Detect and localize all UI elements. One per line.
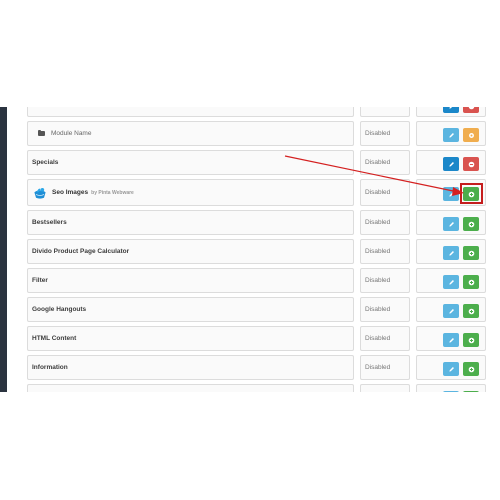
table-row — [22, 384, 500, 392]
module-status — [360, 384, 410, 392]
minus-circle-icon — [468, 107, 474, 109]
table-row: Bestsellers Disabled — [22, 210, 500, 235]
minus-circle-icon — [468, 161, 474, 167]
admin-screenshot: Slideshow Disabled Module Name Disa — [0, 107, 500, 392]
pencil-icon — [448, 161, 454, 167]
module-status: Disabled — [360, 179, 410, 206]
module-name: Divido Product Page Calculator — [27, 239, 354, 264]
settings-button[interactable] — [463, 128, 479, 142]
module-status: Disabled — [360, 107, 410, 117]
table-row: Information Disabled — [22, 355, 500, 380]
edit-button[interactable] — [443, 187, 459, 201]
table-row: Google Hangouts Disabled — [22, 297, 500, 322]
module-actions — [416, 297, 486, 322]
module-status: Disabled — [360, 121, 410, 146]
uninstall-button[interactable] — [463, 157, 479, 171]
module-actions — [416, 107, 486, 117]
module-actions — [416, 210, 486, 235]
plus-circle-icon — [468, 221, 474, 227]
pencil-icon — [448, 221, 454, 227]
edit-button[interactable] — [443, 333, 459, 347]
module-name-cell: Seo Images by Pinta Webware — [27, 179, 354, 206]
module-status: Disabled — [360, 326, 410, 351]
seo-images-logo-icon — [34, 187, 46, 199]
plus-circle-icon — [468, 250, 474, 256]
table-row: HTML Content Disabled — [22, 326, 500, 351]
install-button[interactable] — [463, 391, 479, 392]
module-name: HTML Content — [27, 326, 354, 351]
edit-button[interactable] — [443, 391, 459, 392]
module-actions — [416, 355, 486, 380]
admin-sidebar-edge — [0, 107, 7, 392]
table-row: Seo Images by Pinta Webware Disabled — [22, 179, 500, 206]
module-name: Filter — [27, 268, 354, 293]
module-name: Information — [27, 355, 354, 380]
pencil-icon — [448, 107, 452, 109]
module-actions — [416, 121, 486, 146]
plus-circle-icon — [468, 308, 474, 314]
module-status: Disabled — [360, 268, 410, 293]
install-button[interactable] — [463, 362, 479, 376]
module-actions — [416, 239, 486, 264]
install-button[interactable] — [463, 275, 479, 289]
module-actions — [416, 384, 486, 392]
plus-circle-icon — [468, 366, 474, 372]
page: Slideshow Disabled Module Name Disa — [0, 0, 500, 500]
pencil-icon — [448, 279, 454, 285]
pencil-icon — [448, 337, 454, 343]
install-button[interactable] — [463, 217, 479, 231]
pencil-icon — [448, 191, 454, 197]
module-actions — [416, 326, 486, 351]
table-row: Filter Disabled — [22, 268, 500, 293]
gear-icon — [468, 132, 474, 138]
module-name-cell: Module Name — [27, 121, 354, 146]
module-actions — [416, 150, 486, 175]
module-name: Seo Images — [52, 189, 89, 196]
pencil-icon — [448, 250, 454, 256]
edit-button[interactable] — [443, 128, 459, 142]
install-button[interactable] — [463, 246, 479, 260]
module-actions — [416, 268, 486, 293]
edit-button[interactable] — [443, 275, 459, 289]
module-name: Bestsellers — [27, 210, 354, 235]
edit-button[interactable] — [443, 362, 459, 376]
module-status: Disabled — [360, 297, 410, 322]
install-button[interactable] — [463, 304, 479, 318]
module-name: Google Hangouts — [27, 297, 354, 322]
plus-circle-icon — [468, 337, 474, 343]
module-status: Disabled — [360, 150, 410, 175]
edit-button[interactable] — [443, 157, 459, 171]
module-status: Disabled — [360, 210, 410, 235]
pencil-icon — [448, 308, 454, 314]
module-name: Module Name — [51, 130, 92, 137]
module-name — [27, 384, 354, 392]
edit-button[interactable] — [443, 217, 459, 231]
pencil-icon — [448, 132, 454, 138]
table-row: Divido Product Page Calculator Disabled — [22, 239, 500, 264]
uninstall-button[interactable] — [463, 107, 479, 113]
module-name: Specials — [27, 150, 354, 175]
table-row: Specials Disabled — [22, 150, 500, 175]
plus-circle-icon — [468, 279, 474, 285]
table-row: Module Name Disabled — [22, 121, 500, 146]
annotation-highlight-box — [460, 183, 483, 204]
edit-button[interactable] — [443, 107, 459, 113]
edit-button[interactable] — [443, 304, 459, 318]
edit-button[interactable] — [443, 246, 459, 260]
install-button[interactable] — [463, 333, 479, 347]
module-name: Slideshow — [27, 107, 354, 117]
module-status: Disabled — [360, 355, 410, 380]
pencil-icon — [448, 366, 454, 372]
module-status: Disabled — [360, 239, 410, 264]
module-author: by Pinta Webware — [91, 189, 134, 196]
table-row: Slideshow Disabled — [22, 107, 500, 117]
folder-icon — [38, 129, 45, 136]
